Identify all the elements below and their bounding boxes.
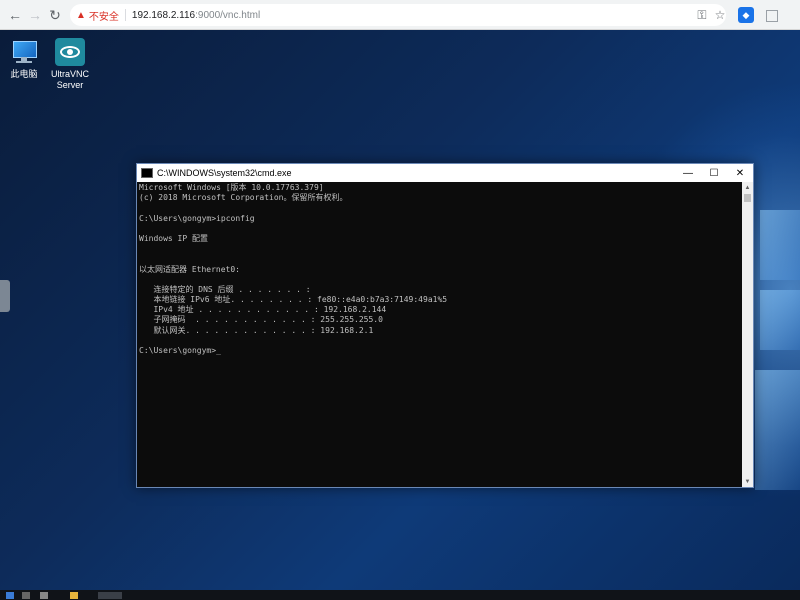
file-explorer-icon[interactable] [70,592,78,599]
security-label[interactable]: 不安全 [89,8,119,23]
cmd-app-icon [141,168,153,178]
vnc-side-panel-handle[interactable] [0,280,10,312]
warning-icon: ▲ [76,9,86,21]
cmd-scrollbar[interactable]: ▲ ▼ [742,182,753,487]
console-prompt: C:\Users\gongym>_ [139,346,221,355]
task-view-icon[interactable] [40,592,48,599]
wallpaper-pane [760,210,800,280]
address-bar[interactable]: ▲ 不安全 192.168.2.116:9000/vnc.html [70,4,726,26]
scroll-up-icon[interactable]: ▲ [742,182,753,193]
extension-icon[interactable]: ◆ [738,7,754,23]
cmd-title: C:\WINDOWS\system32\cmd.exe [157,168,292,178]
scroll-down-icon[interactable]: ▼ [742,476,753,487]
minimize-button[interactable]: — [675,164,701,182]
scrollbar-thumb[interactable] [744,194,751,202]
tab-icon[interactable] [766,10,778,22]
star-icon[interactable]: ☆ [712,7,728,23]
console-line: 以太网适配器 Ethernet0: [139,264,240,274]
desktop-icon-ultravnc[interactable]: UltraVNC Server [40,38,100,91]
omnibox-divider [124,9,126,21]
forward-icon[interactable]: → [26,6,44,24]
console-line: C:\Users\gongym>ipconfig [139,213,255,223]
computer-icon [9,38,39,66]
console-output[interactable]: Microsoft Windows [版本 10.0.17763.379] (c… [137,182,742,487]
taskbar-app-cmd[interactable] [98,592,122,599]
maximize-button[interactable]: ☐ [701,164,727,182]
console-line: 连接特定的 DNS 后缀 . . . . . . . : [139,284,311,294]
desktop-icon-label: UltraVNC Server [50,69,89,90]
console-line: Windows IP 配置 [139,233,208,243]
ultravnc-icon [55,38,85,66]
console-line: 默认网关. . . . . . . . . . . . . : 192.168.… [139,325,374,335]
desktop: 此电脑 UltraVNC Server C:\WINDOWS\system32\… [0,30,800,600]
url-host: 192.168.2.116 [131,9,196,21]
search-icon[interactable] [22,592,30,599]
close-button[interactable]: ✕ [727,164,753,182]
console-line: Microsoft Windows [版本 10.0.17763.379] [139,183,324,192]
wallpaper-pane [760,290,800,350]
reload-icon[interactable]: ↻ [46,6,64,24]
browser-toolbar: ← → ↻ ▲ 不安全 192.168.2.116:9000/vnc.html … [0,0,800,30]
console-line: (c) 2018 Microsoft Corporation。保留所有权利。 [139,193,348,203]
cmd-titlebar[interactable]: C:\WINDOWS\system32\cmd.exe — ☐ ✕ [137,164,753,182]
console-line: 子网掩码 . . . . . . . . . . . . : 255.255.2… [139,315,383,325]
key-icon[interactable]: ⚿ [694,7,710,23]
wallpaper-pane [755,370,800,490]
start-icon[interactable] [6,592,14,599]
back-icon[interactable]: ← [6,6,24,24]
cmd-window[interactable]: C:\WINDOWS\system32\cmd.exe — ☐ ✕ Micros… [136,163,754,488]
console-line: IPv4 地址 . . . . . . . . . . . . : 192.16… [139,305,387,315]
taskbar [0,590,800,600]
url-path: :9000/vnc.html [195,9,261,21]
console-line: 本地链接 IPv6 地址. . . . . . . . : fe80::e4a0… [139,295,448,305]
